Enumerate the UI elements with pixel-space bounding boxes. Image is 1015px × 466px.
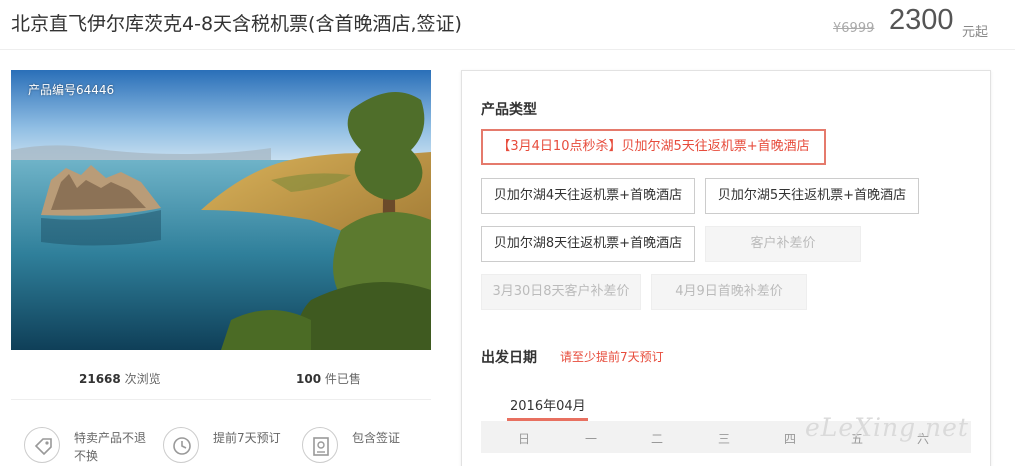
feature-label: 提前7天预订	[213, 431, 281, 445]
watermark-text: eLeXing.net	[805, 413, 969, 442]
product-photo[interactable]: 产品编号64446	[11, 70, 431, 350]
option-apr9-adjustment[interactable]: 4月9日首晚补差价	[651, 274, 807, 310]
product-type-title: 产品类型	[481, 102, 537, 118]
product-id: 产品编号64446	[28, 83, 115, 97]
tag-icon	[24, 427, 60, 463]
option-price-adjustment[interactable]: 客户补差价	[705, 226, 861, 262]
sold-label: 件已售	[324, 372, 361, 386]
option-4-day[interactable]: 贝加尔湖4天往返机票+首晚酒店	[481, 178, 695, 214]
sales-stats: 21668 次浏览 100 件已售	[11, 360, 431, 400]
booking-panel: 产品类型 【3月4日10点秒杀】贝加尔湖5天往返机票+首晚酒店 贝加尔湖4天往返…	[461, 70, 991, 466]
sold-count: 100	[296, 372, 322, 386]
option-mar30-adjustment[interactable]: 3月30日8天客户补差价	[481, 274, 641, 310]
weekday-wed: 三	[717, 432, 730, 446]
feature-label: 包含签证	[352, 431, 401, 445]
visa-icon	[302, 427, 338, 463]
feature-label: 特卖产品不退不换	[74, 431, 147, 463]
price-unit: 元起	[962, 25, 989, 40]
views-count: 21668	[79, 372, 121, 386]
option-flash-sale[interactable]: 【3月4日10点秒杀】贝加尔湖5天往返机票+首晚酒店	[481, 129, 826, 165]
departure-date-title: 出发日期	[481, 350, 537, 366]
sold-stat: 100 件已售	[296, 370, 361, 387]
clock-icon	[163, 427, 199, 463]
advance-booking-hint: 请至少提前7天预订	[560, 350, 664, 364]
title-row: 北京直飞伊尔库茨克4-8天含税机票(含首晚酒店,签证) ¥6999 2300 元…	[0, 0, 1015, 50]
page-title: 北京直飞伊尔库茨克4-8天含税机票(含首晚酒店,签证)	[11, 13, 462, 35]
views-label: 次浏览	[124, 372, 161, 386]
original-price: ¥6999	[833, 21, 875, 36]
current-price: 2300	[889, 4, 954, 36]
weekday-mon: 一	[584, 432, 597, 446]
weekday-tue: 二	[650, 432, 663, 446]
weekday-thu: 四	[783, 432, 796, 446]
calendar-month-tab[interactable]: 2016年04月	[510, 395, 586, 414]
option-8-day[interactable]: 贝加尔湖8天往返机票+首晚酒店	[481, 226, 695, 262]
lake-landscape-image	[11, 70, 431, 350]
option-5-day[interactable]: 贝加尔湖5天往返机票+首晚酒店	[705, 178, 919, 214]
views-stat: 21668 次浏览	[79, 370, 161, 387]
weekday-sun: 日	[517, 432, 530, 446]
